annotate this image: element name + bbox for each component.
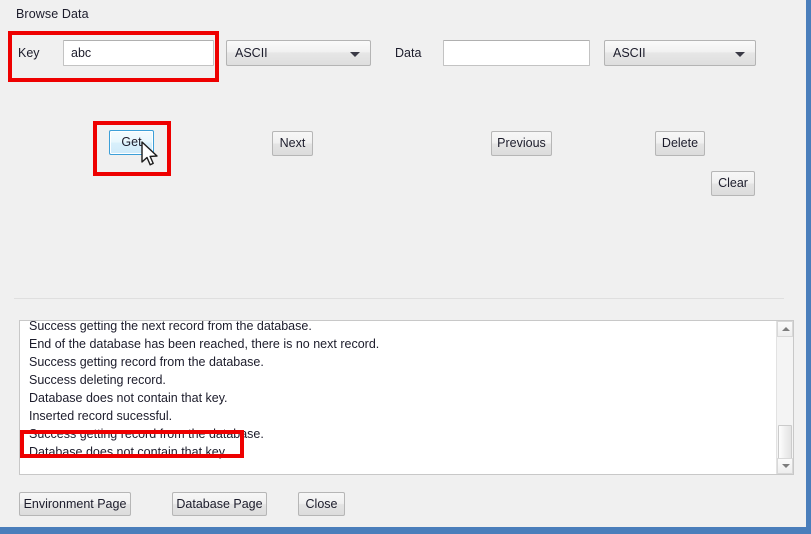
log-line: Success getting the next record from the… [29, 320, 312, 333]
data-input[interactable] [443, 40, 590, 66]
status-log-lines: Success getting the next record from the… [29, 320, 769, 461]
log-line: Success deleting record. [29, 373, 166, 387]
page-title: Browse Data [16, 7, 89, 21]
chevron-down-icon [735, 52, 745, 57]
next-button[interactable]: Next [272, 131, 313, 156]
close-button[interactable]: Close [298, 492, 345, 516]
window-bottom-edge [0, 527, 809, 534]
delete-button[interactable]: Delete [655, 131, 705, 156]
clear-button[interactable]: Clear [711, 171, 755, 196]
get-button[interactable]: Get [109, 130, 154, 155]
environment-page-button[interactable]: Environment Page [19, 492, 131, 516]
key-label: Key [18, 46, 40, 60]
window-right-edge [806, 0, 809, 534]
data-encoding-value: ASCII [613, 46, 646, 60]
browse-data-window: Browse Data Key ASCII Data ASCII Get Nex… [0, 0, 811, 534]
scroll-down-icon[interactable] [777, 458, 793, 474]
key-encoding-select[interactable]: ASCII [226, 40, 371, 66]
key-encoding-value: ASCII [235, 46, 268, 60]
scrollbar-thumb[interactable] [778, 425, 792, 459]
data-label: Data [395, 46, 422, 60]
data-encoding-select[interactable]: ASCII [604, 40, 756, 66]
log-line: Success getting record from the database… [29, 355, 264, 369]
log-line: Inserted record sucessful. [29, 409, 173, 423]
previous-button[interactable]: Previous [491, 131, 552, 156]
divider [14, 298, 784, 299]
log-scrollbar[interactable] [776, 321, 793, 474]
log-line: Success getting record from the database… [29, 427, 264, 441]
log-line: Database does not contain that key. [29, 391, 228, 405]
scroll-up-icon[interactable] [777, 321, 793, 337]
database-page-button[interactable]: Database Page [172, 492, 267, 516]
key-input[interactable] [63, 40, 214, 66]
log-line: End of the database has been reached, th… [29, 337, 380, 351]
log-line: Database does not contain that key. [29, 445, 228, 459]
chevron-down-icon [350, 52, 360, 57]
status-log-textarea[interactable]: Success getting the next record from the… [19, 320, 794, 475]
